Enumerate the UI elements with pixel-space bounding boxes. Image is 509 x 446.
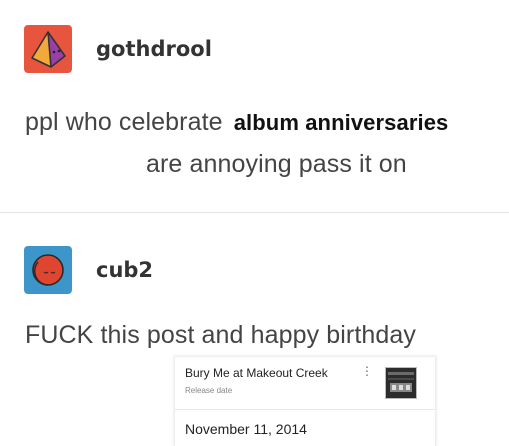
embed-card-date: November 11, 2014: [185, 421, 307, 437]
post1-highlight-text: album anniversaries: [229, 110, 453, 135]
post1-username[interactable]: gothdrool: [96, 37, 212, 61]
post1-text-prefix: ppl who celebrate: [25, 108, 223, 136]
embed-card-subtitle: Release date: [185, 386, 233, 395]
embed-card: Bury Me at Makeout Creek Release date ⋮ …: [174, 356, 436, 446]
more-vert-icon[interactable]: ⋮: [361, 365, 373, 377]
post1-text-line1: ppl who celebrate album anniversaries: [25, 108, 453, 137]
embed-card-title: Bury Me at Makeout Creek: [185, 366, 328, 380]
post-divider: [0, 212, 509, 213]
album-cover-thumbnail: [385, 367, 417, 399]
post1-header: gothdrool: [24, 25, 212, 73]
embed-card-divider: [175, 409, 435, 410]
post2-username[interactable]: cub2: [96, 258, 153, 282]
pyramid-avatar-icon[interactable]: [24, 25, 72, 73]
post2-text: FUCK this post and happy birthday: [25, 321, 417, 349]
post1-text-line2: are annoying pass it on: [146, 150, 407, 178]
post2-header: cub2: [24, 246, 153, 294]
sleeping-moon-avatar-icon[interactable]: [24, 246, 72, 294]
